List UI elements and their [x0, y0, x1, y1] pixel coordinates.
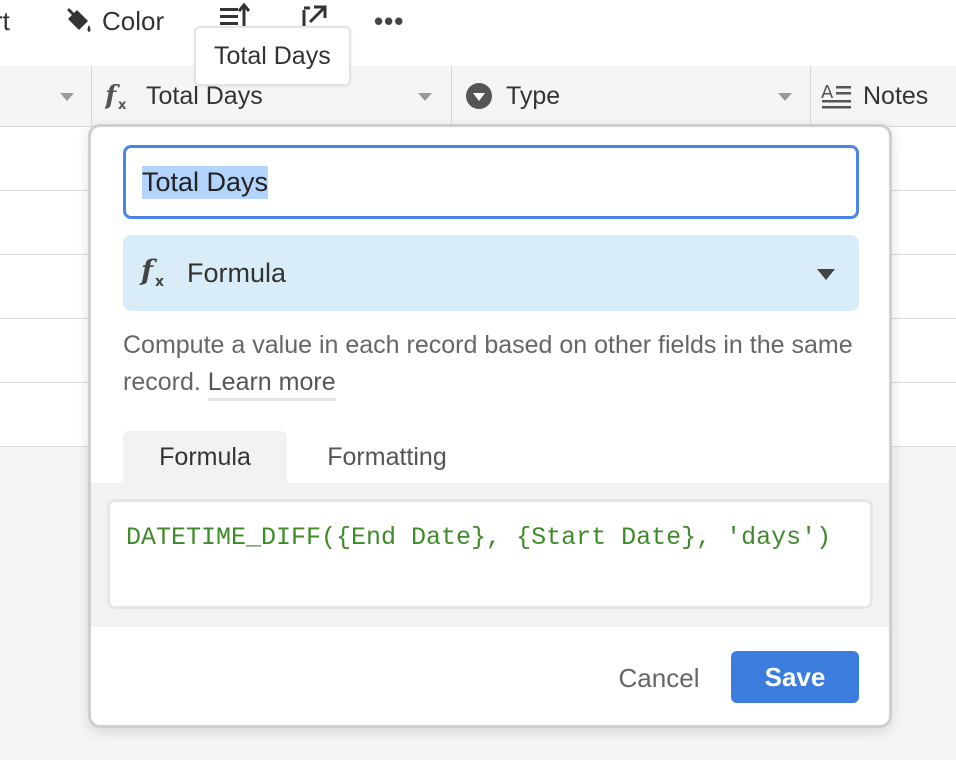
tooltip-text: Total Days — [214, 41, 331, 70]
learn-more-link[interactable]: Learn more — [207, 368, 336, 401]
more-icon: ••• — [374, 5, 405, 36]
formula-icon: f x — [139, 254, 173, 293]
column-header-type[interactable]: Type — [452, 66, 811, 126]
chevron-down-icon[interactable] — [60, 93, 74, 101]
tab-label: Formula — [159, 442, 251, 471]
tab-formula[interactable]: Formula — [123, 431, 287, 483]
view-toolbar: rt Color — [0, 0, 956, 67]
column-header-notes[interactable]: A Notes — [811, 66, 956, 126]
field-editor-popup: Total Days f x Formula Compute a value i… — [88, 124, 892, 728]
formula-editor[interactable]: DATETIME_DIFF({End Date}, {Start Date}, … — [107, 499, 873, 609]
svg-text:x: x — [155, 274, 164, 288]
field-type-description: Compute a value in each record based on … — [123, 327, 859, 401]
single-select-icon — [464, 80, 496, 112]
cancel-button[interactable]: Cancel — [599, 653, 719, 703]
sort-label: rt — [0, 5, 10, 36]
field-name-input[interactable]: Total Days — [123, 145, 859, 219]
chevron-down-icon[interactable] — [778, 93, 792, 101]
save-button[interactable]: Save — [731, 651, 859, 703]
formula-icon: f x — [104, 80, 136, 112]
more-options-button[interactable]: ••• — [374, 4, 404, 38]
chevron-down-icon[interactable] — [418, 93, 432, 101]
formula-panel: DATETIME_DIFF({End Date}, {Start Date}, … — [91, 483, 889, 627]
column-label: Type — [506, 81, 561, 110]
color-button[interactable]: Color — [62, 4, 164, 38]
field-type-select[interactable]: f x Formula — [123, 235, 859, 311]
sort-button[interactable]: rt — [0, 4, 10, 38]
color-label: Color — [102, 5, 165, 36]
field-name-value: Total Days — [142, 165, 269, 199]
paint-bucket-icon — [62, 5, 94, 37]
long-text-icon: A — [821, 80, 853, 112]
field-name-tooltip: Total Days — [194, 26, 351, 86]
field-type-label: Formula — [187, 257, 287, 288]
column-label: Notes — [863, 81, 929, 110]
column-header-row: f x Total Days Type A Notes — [0, 66, 956, 127]
svg-text:A: A — [821, 82, 834, 103]
tab-formatting[interactable]: Formatting — [297, 431, 477, 483]
tab-label: Formatting — [327, 442, 447, 471]
svg-text:x: x — [118, 98, 127, 112]
column-header-primary[interactable] — [0, 66, 92, 126]
chevron-down-icon — [817, 269, 835, 280]
